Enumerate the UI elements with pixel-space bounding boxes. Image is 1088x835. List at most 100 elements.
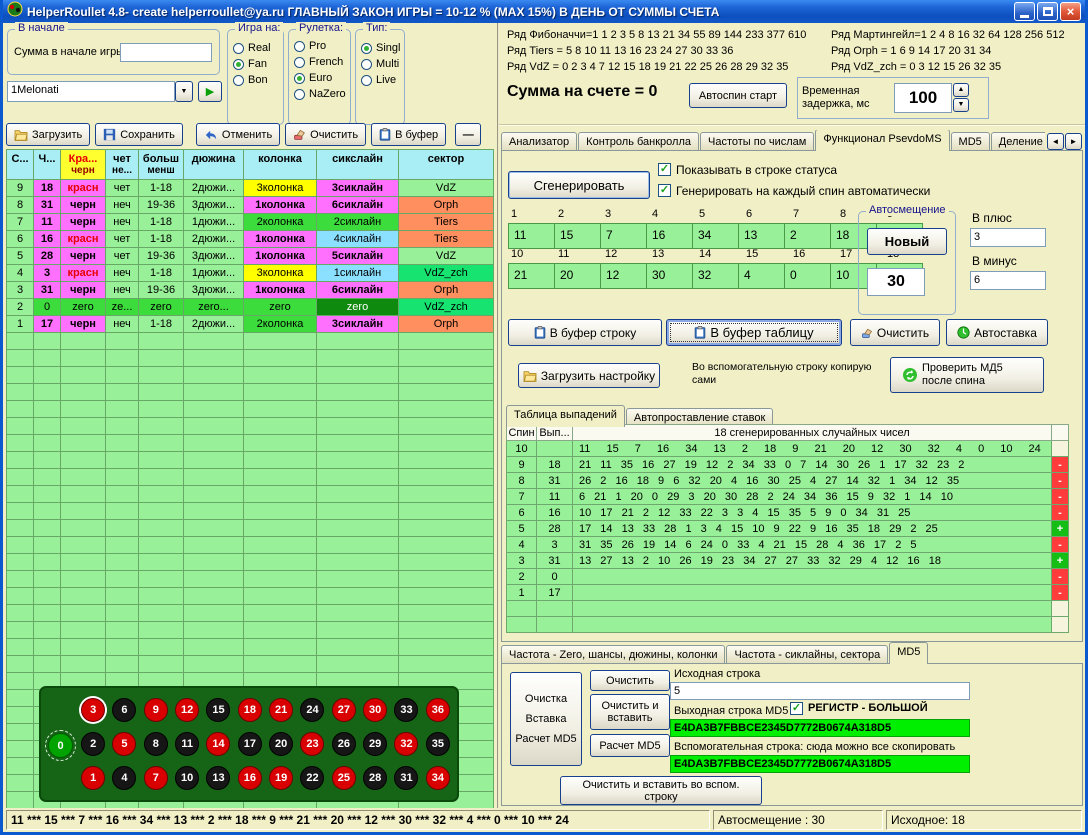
history-cell[interactable]: 3колонка (244, 180, 317, 197)
history-cell[interactable]: 2колонка (244, 316, 317, 333)
to-buffer-button[interactable]: В буфер (371, 123, 446, 146)
load-settings-button[interactable]: Загрузить настройку (518, 363, 660, 388)
md5-aux-field[interactable]: E4DA3B7FBBCE2345D7772B0674A318D5 (670, 755, 970, 773)
tab-freq-chances[interactable]: Частота - Zero, шансы, дюжины, колонки (501, 645, 725, 664)
gen-value-cell[interactable]: 4 (738, 263, 785, 289)
history-cell[interactable]: черн (61, 197, 106, 214)
checkbox-register-big[interactable]: ✓ РЕГИСТР - БОЛЬШОЙ (790, 702, 928, 715)
fall-number[interactable]: 16 (537, 505, 573, 521)
fall-row[interactable]: 20- (507, 569, 1069, 585)
fall-spin[interactable]: 7 (507, 489, 537, 505)
clear-button[interactable]: Очистить (285, 123, 366, 146)
source-string-input[interactable]: 5 (670, 682, 970, 700)
radio-pro[interactable]: Pro (294, 40, 350, 52)
history-cell[interactable]: 1 (7, 316, 34, 333)
load-button[interactable]: Загрузить (6, 123, 90, 146)
close-button[interactable]: × (1060, 2, 1081, 21)
history-cell[interactable]: 18 (34, 180, 61, 197)
history-cell[interactable]: 1сиклайн (317, 265, 399, 282)
fall-number[interactable]: 31 (537, 553, 573, 569)
history-column-header[interactable]: четне... (106, 150, 139, 180)
history-cell[interactable]: 1-18 (139, 231, 184, 248)
checkbox-show-in-status[interactable]: ✓ Показывать в строке статуса (658, 163, 837, 177)
board-number-20[interactable]: 20 (269, 732, 293, 756)
board-number-31[interactable]: 31 (394, 766, 418, 790)
history-column-header[interactable]: сектор (399, 150, 494, 180)
history-cell[interactable]: 17 (34, 316, 61, 333)
titlebar[interactable]: HelperRoullet 4.8- create helperroullet@… (3, 0, 1085, 23)
gen-value-cell[interactable]: 32 (692, 263, 739, 289)
radio-real[interactable]: Real (233, 42, 283, 54)
fall-number[interactable]: 31 (537, 473, 573, 489)
preset-value[interactable]: 1Melonati (7, 81, 175, 102)
history-cell[interactable]: VdZ_zch (399, 265, 494, 282)
fall-sign[interactable]: - (1052, 505, 1069, 521)
fall-sign[interactable]: + (1052, 553, 1069, 569)
history-cell[interactable]: 4 (7, 265, 34, 282)
history-cell[interactable]: 0 (34, 299, 61, 316)
fall-spin[interactable]: 10 (507, 441, 537, 457)
history-cell[interactable]: 16 (34, 231, 61, 248)
history-cell[interactable]: 3дюжи... (184, 248, 244, 265)
fall-generated-numbers[interactable]: 31 35 26 19 14 6 24 0 33 4 21 15 28 4 36… (573, 537, 1052, 553)
history-column-header[interactable]: Ч... (34, 150, 61, 180)
buffer-row-button[interactable]: В буфер строку (508, 319, 662, 346)
gen-value-cell[interactable]: 13 (738, 223, 785, 249)
generate-button[interactable]: Сгенерировать (508, 171, 650, 199)
fall-sign[interactable]: - (1052, 537, 1069, 553)
history-cell[interactable]: 1колонка (244, 197, 317, 214)
spin-down-icon[interactable]: ▼ (953, 98, 969, 112)
board-number-0[interactable]: 0 (48, 733, 73, 758)
history-cell[interactable]: 2 (7, 299, 34, 316)
board-number-12[interactable]: 12 (175, 698, 199, 722)
fall-generated-numbers[interactable]: 26 2 16 18 9 6 32 20 4 16 30 25 4 27 14 … (573, 473, 1052, 489)
board-number-30[interactable]: 30 (363, 698, 387, 722)
fall-generated-numbers[interactable] (573, 569, 1052, 585)
board-number-27[interactable]: 27 (332, 698, 356, 722)
board-number-6[interactable]: 6 (112, 698, 136, 722)
fall-row[interactable]: 83126 2 16 18 9 6 32 20 4 16 30 25 4 27 … (507, 473, 1069, 489)
history-cell[interactable]: 3 (34, 265, 61, 282)
history-cell[interactable]: Orph (399, 197, 494, 214)
fall-row[interactable]: 33113 27 13 2 10 26 19 23 34 27 27 33 32… (507, 553, 1069, 569)
history-cell[interactable]: zero (317, 299, 399, 316)
board-number-10[interactable]: 10 (175, 766, 199, 790)
fall-spin[interactable]: 9 (507, 457, 537, 473)
history-cell[interactable]: zero (139, 299, 184, 316)
history-cell[interactable]: чет (106, 180, 139, 197)
history-cell[interactable]: красн (61, 231, 106, 248)
history-cell[interactable]: 1-18 (139, 214, 184, 231)
history-row[interactable]: 117черннеч1-182дюжи...2колонка3сиклайнOr… (7, 316, 494, 333)
board-number-17[interactable]: 17 (238, 732, 262, 756)
gen-value-cell[interactable]: 2 (784, 223, 831, 249)
history-cell[interactable]: 1колонка (244, 282, 317, 299)
history-cell[interactable]: Orph (399, 316, 494, 333)
fall-generated-numbers[interactable]: 17 14 13 33 28 1 3 4 15 10 9 22 9 16 35 … (573, 521, 1052, 537)
history-column-header[interactable]: сикслайн (317, 150, 399, 180)
tab-md5-bottom[interactable]: MD5 (889, 642, 928, 664)
fall-row[interactable]: 4331 35 26 19 14 6 24 0 33 4 21 15 28 4 … (507, 537, 1069, 553)
board-number-4[interactable]: 4 (112, 766, 136, 790)
board-number-35[interactable]: 35 (426, 732, 450, 756)
fall-generated-numbers[interactable]: 10 17 21 2 12 33 22 3 3 4 15 35 5 9 0 34… (573, 505, 1052, 521)
history-row[interactable]: 20zeroze...zerozero...zerozeroVdZ_zch (7, 299, 494, 316)
board-number-13[interactable]: 13 (206, 766, 230, 790)
history-cell[interactable]: черн (61, 282, 106, 299)
history-cell[interactable]: 31 (34, 197, 61, 214)
fall-sign[interactable]: - (1052, 569, 1069, 585)
history-cell[interactable]: 31 (34, 282, 61, 299)
combo-dropdown-icon[interactable]: ▼ (175, 81, 193, 102)
new-button[interactable]: Новый (867, 228, 947, 255)
fall-sign[interactable]: + (1052, 521, 1069, 537)
tab-fall-table[interactable]: Таблица выпадений (506, 405, 625, 427)
history-cell[interactable]: zero (244, 299, 317, 316)
radio-singl[interactable]: Singl (361, 42, 404, 54)
save-button[interactable]: Сохранить (95, 123, 183, 146)
autobet-button[interactable]: Автоставка (946, 319, 1048, 346)
history-cell[interactable]: 3колонка (244, 265, 317, 282)
gen-value-cell[interactable]: 0 (784, 263, 831, 289)
history-cell[interactable]: 2дюжи... (184, 316, 244, 333)
fall-generated-numbers[interactable]: 13 27 13 2 10 26 19 23 34 27 27 33 32 29… (573, 553, 1052, 569)
history-cell[interactable]: 1-18 (139, 265, 184, 282)
maximize-button[interactable] (1037, 2, 1058, 21)
